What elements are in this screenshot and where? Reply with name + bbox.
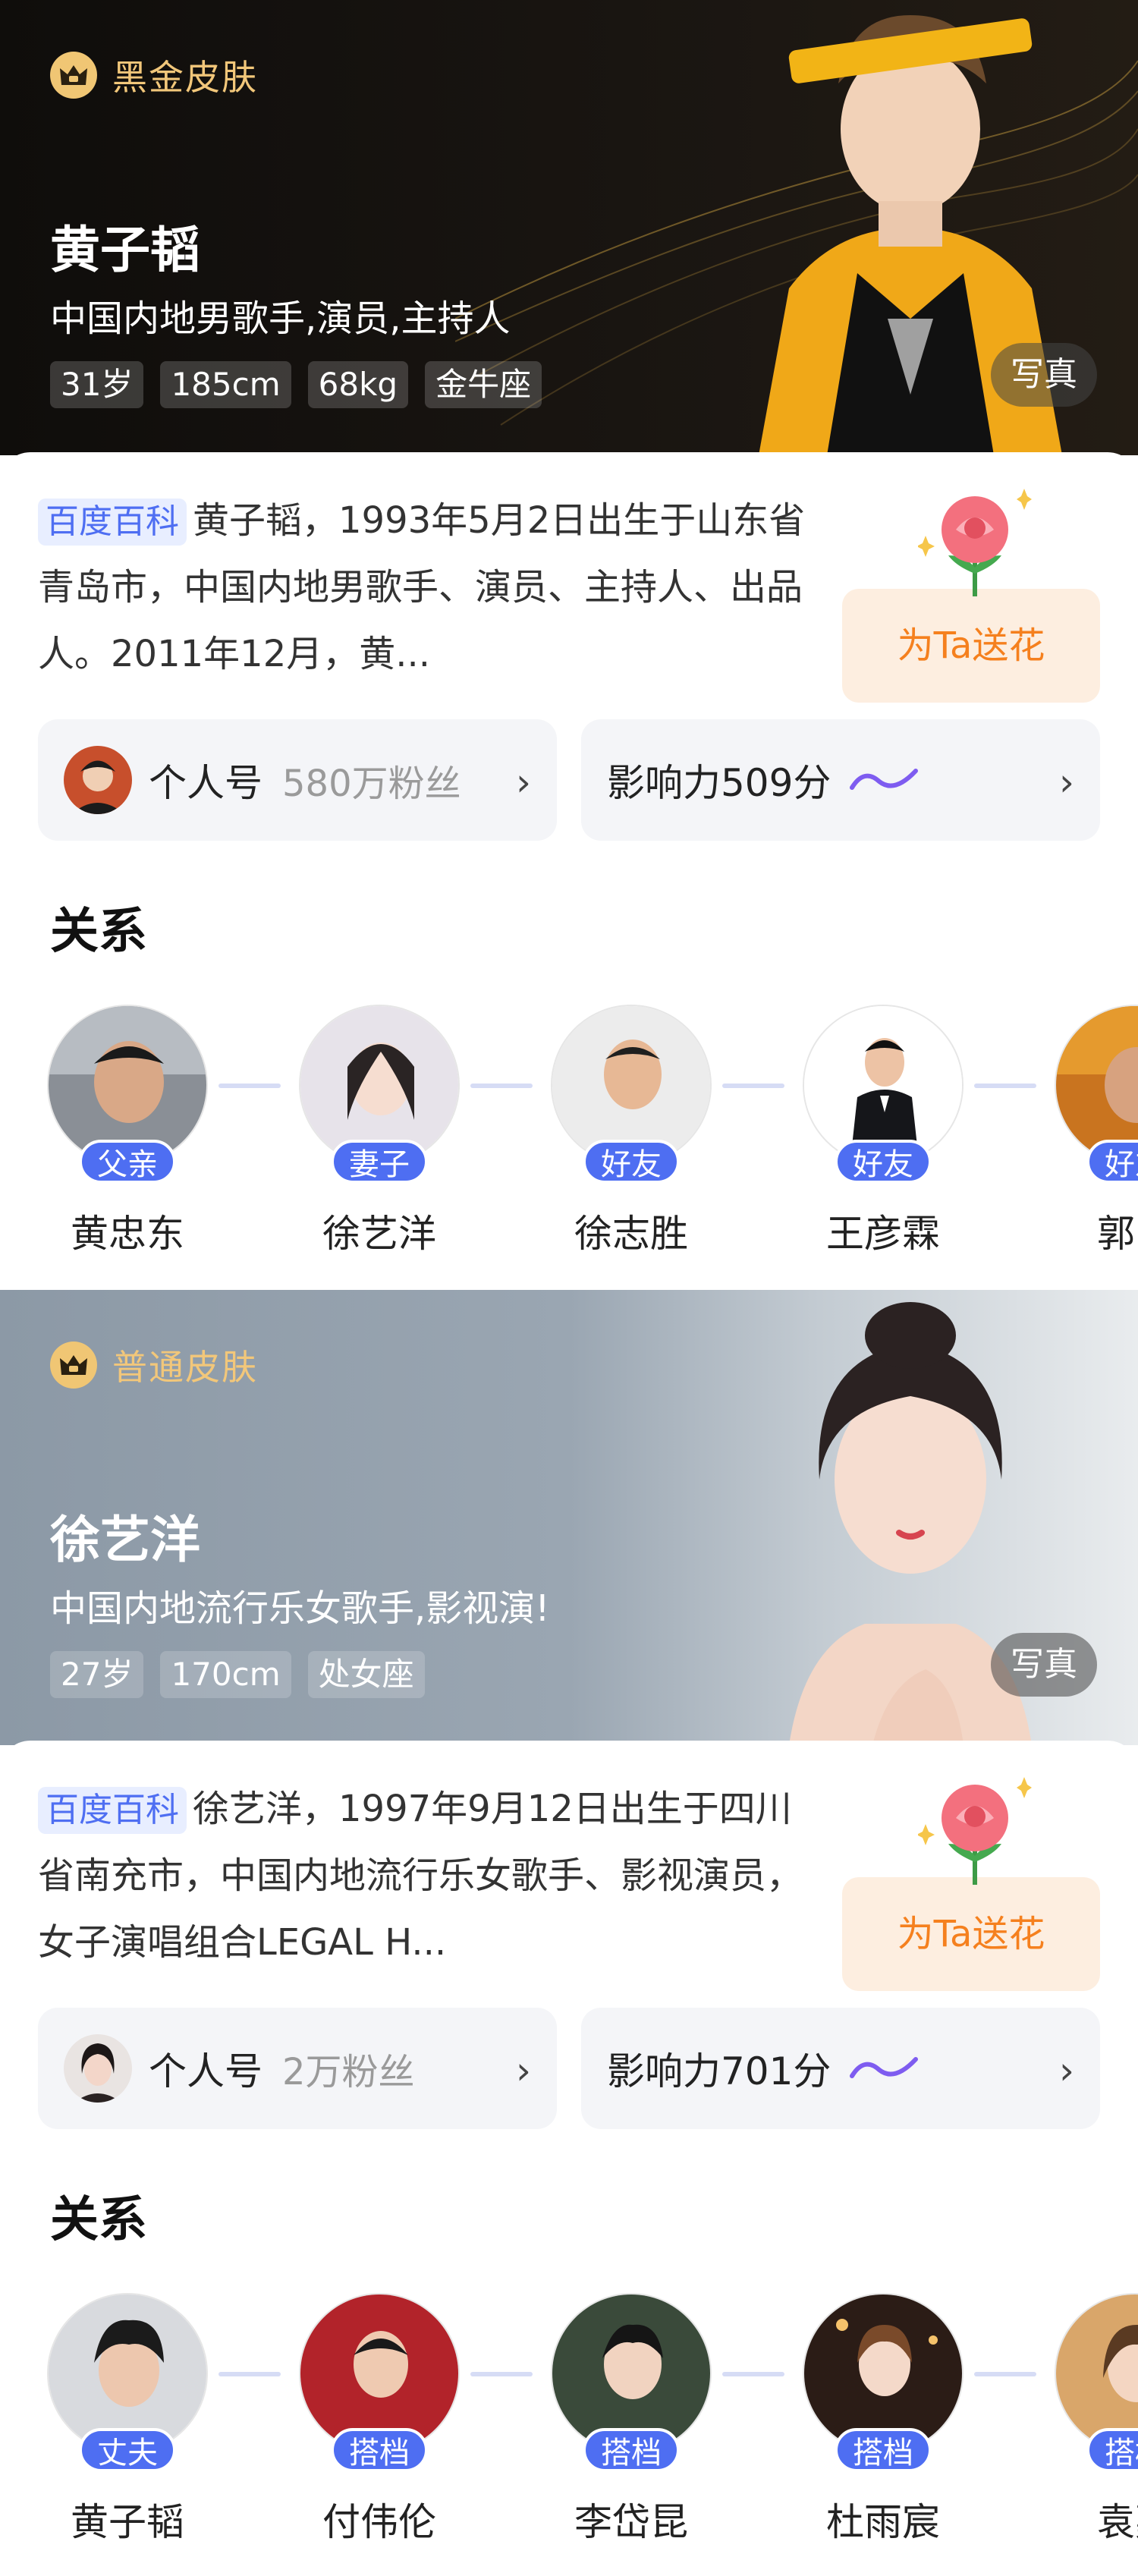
relation-item[interactable]: 搭档 付伟伦 <box>296 2293 463 2566</box>
account-avatar <box>64 746 132 814</box>
stat-pills: 个人号 2万粉丝 › 影响力701分 › <box>38 2008 1100 2129</box>
send-flower-widget[interactable]: 为Ta送花 <box>842 1771 1100 1991</box>
skin-badge[interactable]: 黑金皮肤 <box>50 50 258 100</box>
chevron-right-icon: › <box>516 760 531 804</box>
hero-banner[interactable]: 普通皮肤 徐艺洋 中国内地流行乐女歌手,影视演! 27岁 170cm 处女座 写… <box>0 1290 1138 1745</box>
skin-label: 普通皮肤 <box>112 1347 258 1388</box>
weight-tag: 68kg <box>307 361 409 408</box>
celebrity-subtitle: 中国内地男歌手,演员,主持人 <box>50 297 511 340</box>
crown-icon <box>50 1341 97 1389</box>
relation-name: 付伟伦 <box>322 2500 436 2544</box>
relation-role-badge: 好友 <box>583 1140 680 1184</box>
wave-trend-icon <box>850 769 919 790</box>
relation-name: 王彦霖 <box>826 1212 940 1256</box>
influence-score: 影响力509分 <box>607 761 831 805</box>
relation-item[interactable]: 好友 徐志胜 <box>548 1005 715 1278</box>
photo-gallery-button[interactable]: 写真 <box>991 1633 1097 1697</box>
relation-role-badge: 好友 <box>835 1140 932 1184</box>
connector-line <box>470 2372 533 2376</box>
relation-item[interactable]: 搭档 李岱昆 <box>548 2293 715 2566</box>
baike-intro[interactable]: 百度百科 徐艺洋，1997年9月12日出生于四川省南充市，中国内地流行乐女歌手、影… <box>38 1776 812 1976</box>
relation-role-badge: 父亲 <box>79 1140 176 1184</box>
rose-icon <box>918 1777 1032 1885</box>
skin-label: 黑金皮肤 <box>112 57 258 98</box>
connector-line <box>974 1084 1036 1088</box>
relation-item[interactable]: 搭档 杜雨宸 <box>800 2293 967 2566</box>
info-tags: 31岁 185cm 68kg 金牛座 <box>50 361 558 408</box>
height-tag: 185cm <box>160 361 291 408</box>
connector-line <box>974 2372 1036 2376</box>
stat-pills: 个人号 580万粉丝 › 影响力509分 › <box>38 719 1100 841</box>
relation-name: 徐志胜 <box>574 1212 688 1256</box>
hero-banner[interactable]: 黑金皮肤 黄子韬 中国内地男歌手,演员,主持人 31岁 185cm 68kg 金… <box>0 0 1138 455</box>
relation-item[interactable]: 父亲 黄忠东 <box>44 1005 211 1278</box>
personal-account-pill[interactable]: 个人号 580万粉丝 › <box>38 719 557 841</box>
baike-intro[interactable]: 百度百科 黄子韬，1993年5月2日出生于山东省青岛市，中国内地男歌手、演员、主持… <box>38 487 812 687</box>
chevron-right-icon: › <box>1059 760 1074 804</box>
relation-name: 郭品 <box>1097 1212 1138 1256</box>
relation-item[interactable]: 丈夫 黄子韬 <box>44 2293 211 2566</box>
connector-line <box>470 1084 533 1088</box>
chevron-right-icon: › <box>516 2049 531 2093</box>
influence-pill[interactable]: 影响力701分 › <box>581 2008 1100 2129</box>
account-avatar <box>64 2034 132 2103</box>
connector-line <box>218 2372 281 2376</box>
influence-pill[interactable]: 影响力509分 › <box>581 719 1100 841</box>
relations-title: 关系 <box>50 2192 147 2248</box>
baike-badge: 百度百科 <box>38 1787 187 1834</box>
relation-role-badge: 搭档 <box>835 2428 932 2472</box>
relation-role-badge: 好友 <box>1086 1140 1138 1184</box>
age-tag: 31岁 <box>50 361 144 408</box>
connector-line <box>722 2372 784 2376</box>
connector-line <box>218 1084 281 1088</box>
relation-name: 杜雨宸 <box>826 2500 940 2544</box>
relation-name: 黄子韬 <box>71 2500 184 2544</box>
info-tags: 27岁 170cm 处女座 <box>50 1651 442 1698</box>
photo-gallery-button[interactable]: 写真 <box>991 343 1097 407</box>
relations-row[interactable]: 丈夫 黄子韬 搭档 付伟伦 搭档 李岱昆 搭档 杜雨宸 搭 袁 <box>0 2293 1138 2566</box>
zodiac-tag: 金牛座 <box>425 361 542 408</box>
celebrity-name: 黄子韬 <box>50 221 200 279</box>
send-flower-button[interactable]: 为Ta送花 <box>842 589 1100 703</box>
wave-trend-icon <box>850 2057 919 2078</box>
celebrity-name: 徐艺洋 <box>50 1511 200 1569</box>
fans-count: 580万粉丝 <box>282 763 461 805</box>
relation-name: 李岱昆 <box>574 2500 688 2544</box>
relation-item[interactable]: 妻子 徐艺洋 <box>296 1005 463 1278</box>
relation-item[interactable]: 搭档 袁嘉 <box>1052 2293 1138 2566</box>
crown-icon <box>50 52 97 99</box>
relation-name: 袁嘉 <box>1097 2500 1138 2544</box>
relation-role-badge: 搭档 <box>583 2428 680 2472</box>
age-tag: 27岁 <box>50 1651 144 1698</box>
send-flower-widget[interactable]: 为Ta送花 <box>842 483 1100 703</box>
relation-item[interactable]: 好友 王彦霖 <box>800 1005 967 1278</box>
relation-role-badge: 妻子 <box>331 1140 428 1184</box>
info-sheet: 百度百科 黄子韬，1993年5月2日出生于山东省青岛市，中国内地男歌手、演员、主持… <box>0 452 1138 1287</box>
chevron-right-icon: › <box>1059 2049 1074 2093</box>
rose-icon <box>918 489 1032 596</box>
connector-line <box>722 1084 784 1088</box>
relation-role-badge: 搭档 <box>331 2428 428 2472</box>
send-flower-button[interactable]: 为Ta送花 <box>842 1877 1100 1991</box>
personal-account-label: 个人号 <box>149 2049 262 2093</box>
height-tag: 170cm <box>160 1651 291 1698</box>
celebrity-subtitle: 中国内地流行乐女歌手,影视演! <box>50 1587 550 1630</box>
relations-title: 关系 <box>50 904 147 960</box>
personal-account-pill[interactable]: 个人号 2万粉丝 › <box>38 2008 557 2129</box>
relation-name: 徐艺洋 <box>322 1212 436 1256</box>
relation-item[interactable]: 好友 郭品 <box>1052 1005 1138 1278</box>
skin-badge[interactable]: 普通皮肤 <box>50 1340 258 1390</box>
zodiac-tag: 处女座 <box>307 1651 425 1698</box>
personal-account-label: 个人号 <box>149 761 262 805</box>
celebrity-card-1: 黑金皮肤 黄子韬 中国内地男歌手,演员,主持人 31岁 185cm 68kg 金… <box>0 0 1138 1290</box>
relation-name: 黄忠东 <box>71 1212 184 1256</box>
info-sheet: 百度百科 徐艺洋，1997年9月12日出生于四川省南充市，中国内地流行乐女歌手、影… <box>0 1741 1138 2576</box>
celebrity-card-2: 普通皮肤 徐艺洋 中国内地流行乐女歌手,影视演! 27岁 170cm 处女座 写… <box>0 1290 1138 2576</box>
baike-badge: 百度百科 <box>38 499 187 546</box>
influence-score: 影响力701分 <box>607 2049 831 2093</box>
relations-row[interactable]: 父亲 黄忠东 妻子 徐艺洋 好友 徐志胜 好友 王彦霖 好 郭 <box>0 1005 1138 1278</box>
fans-count: 2万粉丝 <box>282 2051 415 2093</box>
relation-role-badge: 丈夫 <box>79 2428 176 2472</box>
relation-role-badge: 搭档 <box>1086 2428 1138 2472</box>
